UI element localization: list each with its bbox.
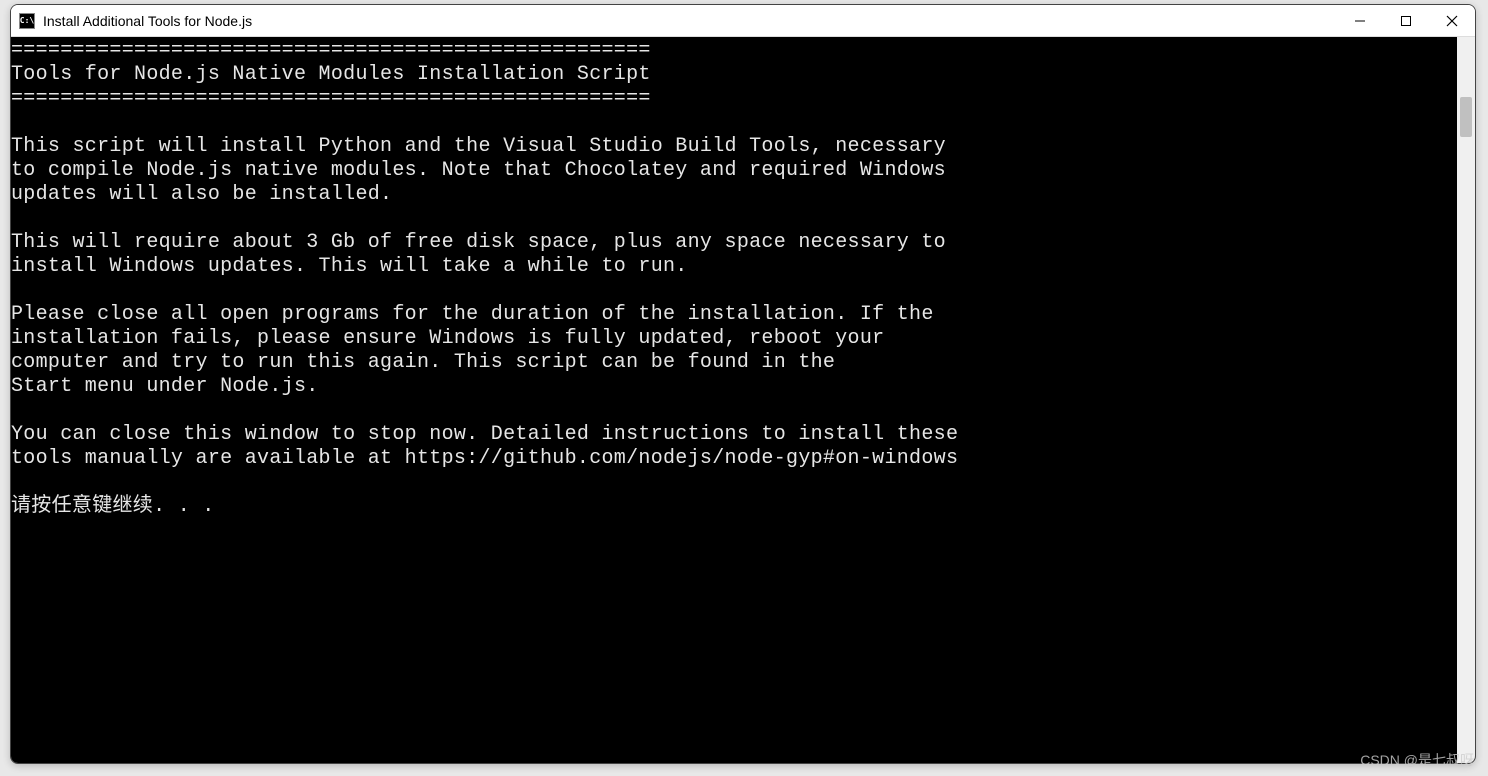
window-controls bbox=[1337, 5, 1475, 36]
titlebar[interactable]: C:\ Install Additional Tools for Node.js bbox=[11, 5, 1475, 37]
maximize-icon bbox=[1400, 15, 1412, 27]
cmd-icon: C:\ bbox=[19, 13, 35, 29]
scrollbar-thumb[interactable] bbox=[1460, 97, 1472, 137]
minimize-button[interactable] bbox=[1337, 5, 1383, 37]
console-body: ========================================… bbox=[11, 37, 1475, 763]
minimize-icon bbox=[1354, 15, 1366, 27]
scrollbar[interactable] bbox=[1457, 37, 1475, 763]
app-window: C:\ Install Additional Tools for Node.js… bbox=[10, 4, 1476, 764]
maximize-button[interactable] bbox=[1383, 5, 1429, 37]
close-icon bbox=[1446, 15, 1458, 27]
console-output[interactable]: ========================================… bbox=[11, 37, 1457, 763]
close-button[interactable] bbox=[1429, 5, 1475, 37]
window-title: Install Additional Tools for Node.js bbox=[43, 13, 1337, 29]
